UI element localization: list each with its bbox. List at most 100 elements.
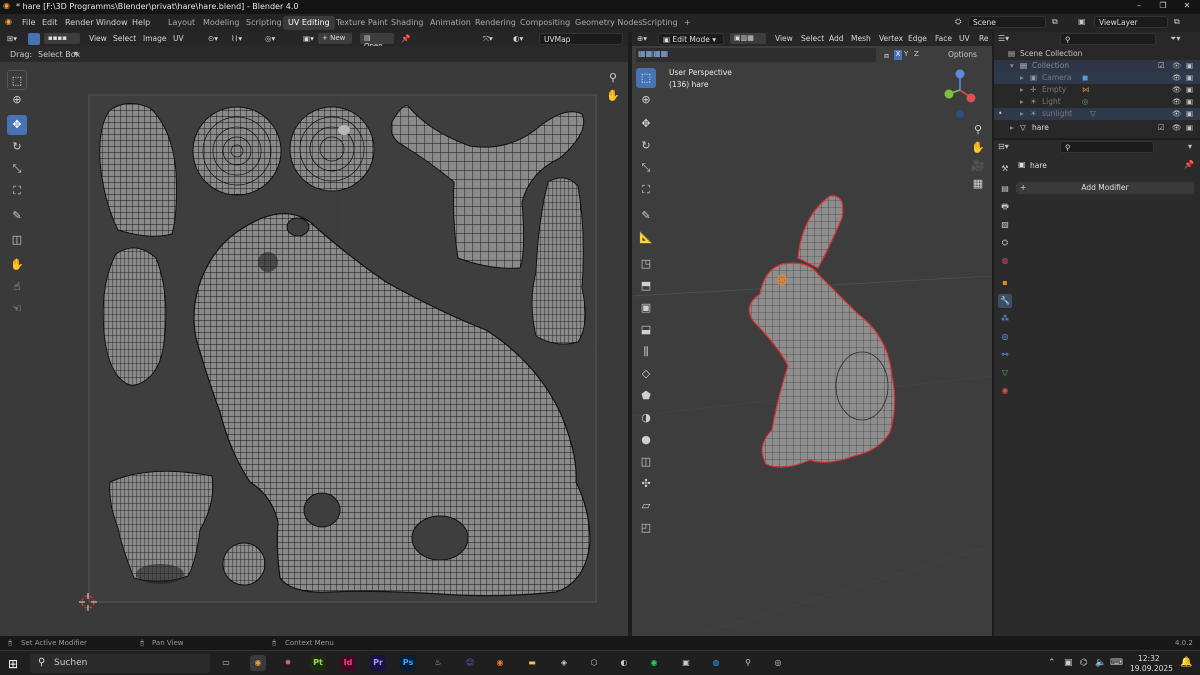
- 3d-viewport[interactable]: ▦▦▦▦ ⧈ X Y Z Options User Perspective (1…: [632, 46, 992, 636]
- discord-icon[interactable]: ☺: [462, 655, 478, 671]
- add-cube-tool-icon[interactable]: ◳: [636, 254, 656, 274]
- new-image-button[interactable]: + New: [318, 33, 352, 44]
- uv-menu-view[interactable]: View: [86, 34, 110, 45]
- vp-menu-face[interactable]: Face: [932, 34, 955, 45]
- tab-texture-paint[interactable]: Texture Paint: [331, 16, 393, 30]
- pivot-icon[interactable]: ⊙▾: [205, 34, 221, 45]
- viewport-canvas[interactable]: [632, 46, 992, 636]
- hare-mesh[interactable]: [748, 195, 896, 468]
- properties-type-icon[interactable]: ⊟▾: [998, 142, 1009, 151]
- app-icon-id[interactable]: Id: [340, 655, 356, 671]
- tab-layout[interactable]: Layout: [163, 16, 200, 30]
- navigation-gizmo[interactable]: [944, 69, 976, 119]
- extrude-tool-icon[interactable]: ⬒: [636, 276, 656, 296]
- uv-canvas[interactable]: [0, 62, 628, 636]
- vp-menu-select[interactable]: Select: [798, 34, 827, 45]
- poly-build-tool-icon[interactable]: ⬟: [636, 386, 656, 406]
- image-browse-icon[interactable]: ▣▾: [300, 34, 317, 45]
- outliner-search[interactable]: ⚲: [1060, 33, 1156, 45]
- tab-modeling[interactable]: Modeling: [198, 16, 244, 30]
- transform-tool-icon[interactable]: ⛶: [7, 181, 27, 201]
- tab-geometry-nodes[interactable]: Geometry Nodes: [570, 16, 647, 30]
- steam-icon[interactable]: ♨: [430, 655, 446, 671]
- tab-animation[interactable]: Animation: [425, 16, 476, 30]
- cursor-tool-icon[interactable]: ⊕: [7, 90, 27, 110]
- outliner-row-hare[interactable]: ▸ ▽ hare ☑ 👁 ▣: [994, 122, 1200, 134]
- uv-menu-select[interactable]: Select: [110, 34, 139, 45]
- scale-tool-icon[interactable]: ⤡: [7, 159, 27, 179]
- menu-render[interactable]: Render: [65, 18, 93, 27]
- vp-pan-icon[interactable]: ✋: [968, 138, 988, 158]
- vp-transform-tool-icon[interactable]: ⛶: [636, 180, 656, 200]
- vp-menu-uv[interactable]: UV: [956, 34, 973, 45]
- material-tab-icon[interactable]: ◉: [998, 384, 1012, 398]
- vp-rotate-tool-icon[interactable]: ↻: [636, 136, 656, 156]
- annotate-tool-icon[interactable]: ✎: [7, 206, 27, 226]
- notification-icon[interactable]: 🔔: [1180, 657, 1192, 668]
- uv-island-paw-left[interactable]: [102, 247, 167, 387]
- firefox-icon[interactable]: ◉: [492, 655, 508, 671]
- spin-tool-icon[interactable]: ◑: [636, 408, 656, 428]
- outliner-row-collection[interactable]: ▾ ▤ Collection ☑ 👁 ▣: [994, 60, 1200, 72]
- mode-selector[interactable]: ▣ Edit Mode ▾: [658, 33, 724, 45]
- clock-date[interactable]: 19.09.2025: [1130, 664, 1173, 673]
- output-tab-icon[interactable]: 🖶: [998, 200, 1012, 214]
- modifier-tab-icon[interactable]: 🔧: [998, 294, 1012, 308]
- app-icon-edge[interactable]: ◍: [708, 655, 724, 671]
- uv-menu-image[interactable]: Image: [140, 34, 170, 45]
- constraints-tab-icon[interactable]: ⚯: [998, 348, 1012, 362]
- menu-help[interactable]: Help: [132, 18, 150, 27]
- sync-selection-icon[interactable]: [28, 33, 40, 45]
- tray-app-icon[interactable]: ▣: [1064, 658, 1073, 668]
- knife-tool-icon[interactable]: ◇: [636, 364, 656, 384]
- task-view-icon[interactable]: ▭: [218, 655, 234, 671]
- rotate-tool-icon[interactable]: ↻: [7, 137, 27, 157]
- view-layer-selector[interactable]: ViewLayer: [1094, 16, 1168, 28]
- snap-icon[interactable]: ⌇⌇▾: [228, 34, 245, 45]
- uv-editor-area[interactable]: ⬚ ⊕ ✥ ↻ ⤡ ⛶ ✎ ◫ ✋ ☝ ☜ ⚲ ✋: [0, 62, 628, 636]
- camera-render-icon[interactable]: ▣: [1186, 61, 1193, 70]
- editor-type-icon[interactable]: ⊞▾: [4, 34, 20, 45]
- outliner-row-sunlight[interactable]: • ▸ ☀ sunlight ▽ 👁 ▣: [994, 108, 1200, 120]
- close-icon[interactable]: ✕: [1176, 1, 1198, 10]
- app-icon-pr[interactable]: Pr: [370, 655, 386, 671]
- uv-island-tail[interactable]: [222, 542, 266, 586]
- vp-menu-mesh[interactable]: Mesh: [848, 34, 874, 45]
- new-scene-icon[interactable]: ⧉: [1052, 17, 1058, 27]
- eye-icon[interactable]: 👁: [1172, 61, 1182, 70]
- app-icon-unity[interactable]: ◈: [556, 655, 572, 671]
- tray-chevron-icon[interactable]: ⌃: [1048, 658, 1056, 668]
- grab-tool-icon[interactable]: ✋: [7, 255, 27, 275]
- taskbar-search-box[interactable]: ⚲ Suchen: [30, 654, 210, 673]
- vp-zoom-icon[interactable]: ⚲: [968, 120, 988, 140]
- vp-menu-re[interactable]: Re: [976, 34, 992, 45]
- volume-icon[interactable]: 🔈: [1095, 658, 1106, 668]
- vp-cursor-tool-icon[interactable]: ⊕: [636, 90, 656, 110]
- world-tab-icon[interactable]: ◍: [998, 254, 1012, 268]
- tab-uv-editing[interactable]: UV Editing: [283, 16, 335, 30]
- vp-select-tool-icon[interactable]: ⬚: [636, 68, 656, 88]
- pinch-tool-icon[interactable]: ☜: [7, 299, 27, 319]
- relax-tool-icon[interactable]: ☝: [7, 277, 27, 297]
- camera-view-icon[interactable]: 🎥: [968, 156, 988, 176]
- new-view-layer-icon[interactable]: ⧉: [1174, 17, 1180, 27]
- scene-selector[interactable]: Scene: [968, 16, 1046, 28]
- select-tool-icon[interactable]: ⬚: [7, 70, 27, 90]
- outliner-row-empty[interactable]: ▸ ✛ Empty ⋈ 👁 ▣: [994, 84, 1200, 96]
- smooth-tool-icon[interactable]: ●: [636, 430, 656, 450]
- tab-scripting[interactable]: Scripting: [241, 16, 287, 30]
- app-icon-cube[interactable]: ⬡: [586, 655, 602, 671]
- language-icon[interactable]: ⌨: [1110, 658, 1123, 668]
- app-icon-chat[interactable]: ◎: [770, 655, 786, 671]
- pin-icon[interactable]: 📌: [1184, 160, 1194, 169]
- shear-tool-icon[interactable]: ▱: [636, 496, 656, 516]
- view-layer-tab-icon[interactable]: ▧: [998, 218, 1012, 232]
- uv-map-selector[interactable]: UVMap: [539, 33, 623, 45]
- vp-menu-edge[interactable]: Edge: [905, 34, 930, 45]
- vp-move-tool-icon[interactable]: ✥: [636, 114, 656, 134]
- vp-scale-tool-icon[interactable]: ⤡: [636, 158, 656, 178]
- network-icon[interactable]: ⌬: [1080, 658, 1088, 668]
- vp-menu-add[interactable]: Add: [826, 34, 847, 45]
- uv-overlay-icon[interactable]: ⤧▾: [480, 34, 496, 45]
- app-icon-pt[interactable]: Pt: [310, 655, 326, 671]
